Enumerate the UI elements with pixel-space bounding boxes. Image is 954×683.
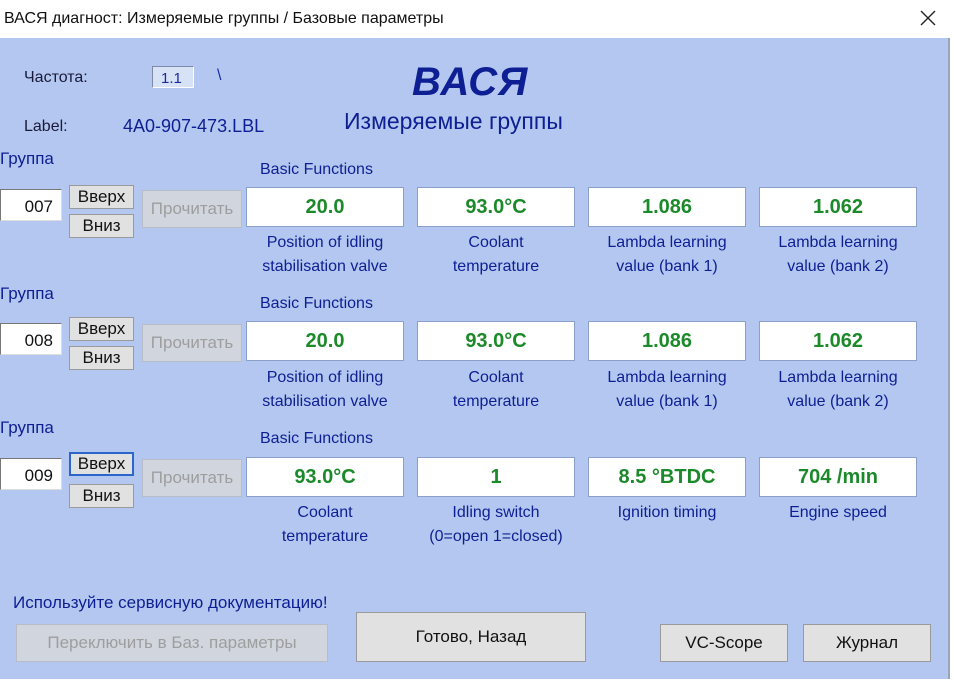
group-title: Группа: [0, 149, 54, 168]
desc-line: Lambda learning: [778, 234, 898, 251]
value-field: 704 /min: [759, 457, 917, 497]
group-mode: Basic Functions: [260, 161, 373, 178]
desc-line: temperature: [452, 258, 540, 275]
value-field: 93.0°C: [246, 457, 404, 497]
group-number-input[interactable]: 008: [0, 323, 62, 355]
group-title: Группа: [0, 418, 54, 437]
desc-line: Coolant: [468, 369, 524, 386]
value-description: Position of idling stabilisation valve: [240, 366, 410, 414]
switch-basic-params-button[interactable]: Переключить в Баз. параметры: [16, 624, 328, 662]
frequency-value: 1.1: [152, 66, 194, 88]
desc-line: Idling switch: [452, 504, 540, 521]
desc-line: value (bank 2): [787, 258, 889, 275]
value-description: Coolant temperature: [411, 231, 581, 279]
desc-line: (0=open 1=closed): [429, 528, 563, 545]
group-down-button[interactable]: Вниз: [69, 214, 134, 238]
desc-line: value (bank 1): [616, 258, 718, 275]
label-file-label: Label:: [24, 118, 68, 135]
group-up-button[interactable]: Вверх: [69, 317, 134, 341]
value-field: 1.062: [759, 187, 917, 227]
group-number-input[interactable]: 007: [0, 189, 62, 221]
desc-line: temperature: [452, 393, 540, 410]
group-mode: Basic Functions: [260, 295, 373, 312]
desc-line: temperature: [281, 528, 369, 545]
desc-line: Position of idling: [266, 234, 384, 251]
value-description: Lambda learning value (bank 1): [582, 366, 752, 414]
value-field: 1.086: [588, 321, 746, 361]
service-note: Используйте сервисную документацию!: [13, 593, 328, 612]
read-button[interactable]: Прочитать: [142, 190, 242, 228]
value-field: 1.086: [588, 187, 746, 227]
desc-line: Coolant: [297, 504, 353, 521]
desc-line: stabilisation valve: [262, 393, 388, 410]
read-button[interactable]: Прочитать: [142, 324, 242, 362]
group-up-button[interactable]: Вверх: [69, 452, 134, 476]
value-description: Idling switch (0=open 1=closed): [411, 501, 581, 549]
group-up-button[interactable]: Вверх: [69, 185, 134, 209]
desc-line: stabilisation valve: [262, 258, 388, 275]
done-back-button[interactable]: Готово, Назад: [356, 612, 586, 662]
group-down-button[interactable]: Вниз: [69, 346, 134, 370]
desc-line: Coolant: [468, 234, 524, 251]
value-description: Position of idling stabilisation valve: [240, 231, 410, 279]
close-icon[interactable]: [916, 6, 940, 30]
value-field: 1: [417, 457, 575, 497]
desc-line: Position of idling: [266, 369, 384, 386]
value-field: 93.0°C: [417, 187, 575, 227]
desc-line: Lambda learning: [607, 369, 727, 386]
value-description: Engine speed: [753, 501, 923, 525]
label-file-value: 4A0-907-473.LBL: [123, 116, 265, 136]
window-border-bottom: [0, 679, 950, 683]
group-title: Группа: [0, 284, 54, 303]
desc-line: Lambda learning: [607, 234, 727, 251]
frequency-slash: \: [217, 67, 222, 84]
desc-line: value (bank 2): [787, 393, 889, 410]
value-field: 20.0: [246, 187, 404, 227]
journal-button[interactable]: Журнал: [803, 624, 931, 662]
value-description: Coolant temperature: [240, 501, 410, 549]
value-description: Ignition timing: [582, 501, 752, 525]
read-button[interactable]: Прочитать: [142, 459, 242, 497]
window-border: [948, 38, 950, 683]
window-title: ВАСЯ диагност: Измеряемые группы / Базов…: [4, 10, 444, 27]
vc-scope-button[interactable]: VC-Scope: [660, 624, 788, 662]
value-description: Coolant temperature: [411, 366, 581, 414]
app-logo: ВАСЯ: [412, 60, 529, 104]
value-description: Lambda learning value (bank 1): [582, 231, 752, 279]
desc-line: Lambda learning: [778, 369, 898, 386]
value-field: 8.5 °BTDC: [588, 457, 746, 497]
group-down-button[interactable]: Вниз: [69, 484, 134, 508]
value-field: 20.0: [246, 321, 404, 361]
group-mode: Basic Functions: [260, 430, 373, 447]
value-field: 93.0°C: [417, 321, 575, 361]
desc-line: Ignition timing: [617, 504, 717, 521]
frequency-label: Частота:: [24, 69, 88, 86]
page-subtitle: Измеряемые группы: [344, 108, 563, 134]
value-field: 1.062: [759, 321, 917, 361]
desc-line: Engine speed: [789, 504, 887, 521]
value-description: Lambda learning value (bank 2): [753, 366, 923, 414]
desc-line: value (bank 1): [616, 393, 718, 410]
group-number-input[interactable]: 009: [0, 458, 62, 490]
value-description: Lambda learning value (bank 2): [753, 231, 923, 279]
main-panel: Частота: 1.1 \ Label: 4A0-907-473.LBL ВА…: [0, 38, 948, 679]
title-bar: ВАСЯ диагност: Измеряемые группы / Базов…: [0, 0, 954, 38]
